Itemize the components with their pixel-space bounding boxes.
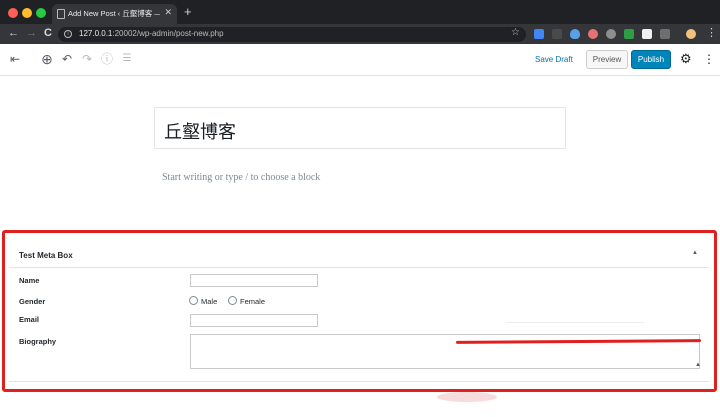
highlight-frame xyxy=(2,230,717,392)
url-host: 127.0.0.1 xyxy=(79,29,113,38)
bookmark-star-icon[interactable]: ☆ xyxy=(511,27,520,38)
add-block-icon[interactable]: ⊕ xyxy=(40,52,54,66)
annotation-smudge xyxy=(437,392,497,402)
settings-gear-icon[interactable]: ⚙ xyxy=(680,52,692,66)
editor-toolbar: ⇤ ⊕ ↶ ↷ ⓘ ☰ Save Draft Preview Publish ⚙… xyxy=(0,44,720,76)
forward-button[interactable]: → xyxy=(26,27,37,40)
extension-icon[interactable] xyxy=(642,29,652,39)
outline-icon[interactable]: ☰ xyxy=(120,52,134,66)
extension-icon[interactable] xyxy=(534,29,544,39)
more-options-icon[interactable]: ⋮ xyxy=(703,52,715,66)
redo-icon[interactable]: ↷ xyxy=(80,52,94,66)
browser-tab[interactable]: Add New Post ‹ 丘壑博客 — Wo ✕ xyxy=(52,4,177,24)
browser-nav-bar: ← → C i 127.0.0.1:20002/wp-admin/post-ne… xyxy=(0,24,720,44)
info-icon[interactable]: i xyxy=(64,30,72,38)
sidebar-toggle-icon[interactable]: ⇤ xyxy=(8,52,22,66)
url-path: :20002/wp-admin/post-new.php xyxy=(112,29,224,38)
document-icon xyxy=(57,9,65,19)
info-icon[interactable]: ⓘ xyxy=(100,52,114,66)
extension-icon[interactable] xyxy=(606,29,616,39)
block-placeholder[interactable]: Start writing or type / to choose a bloc… xyxy=(162,172,320,183)
evernote-extension-icon[interactable] xyxy=(624,29,634,39)
save-draft-button[interactable]: Save Draft xyxy=(535,55,573,64)
browser-menu-icon[interactable]: ⋮ xyxy=(706,27,717,39)
address-bar[interactable]: i 127.0.0.1:20002/wp-admin/post-new.php … xyxy=(58,27,526,42)
back-button[interactable]: ← xyxy=(8,27,19,40)
undo-icon[interactable]: ↶ xyxy=(60,52,74,66)
reload-button[interactable]: C xyxy=(44,27,52,40)
close-icon[interactable]: ✕ xyxy=(164,7,172,18)
post-title-field[interactable]: 丘壑博客 xyxy=(154,107,566,149)
new-tab-button[interactable]: + xyxy=(184,5,192,18)
extension-icon[interactable] xyxy=(660,29,670,39)
publish-button[interactable]: Publish xyxy=(631,50,671,69)
close-window-button[interactable] xyxy=(8,8,18,18)
url-text: 127.0.0.1:20002/wp-admin/post-new.php xyxy=(79,29,224,38)
shield-extension-icon[interactable] xyxy=(570,29,580,39)
minimize-window-button[interactable] xyxy=(22,8,32,18)
browser-tab-bar: Add New Post ‹ 丘壑博客 — Wo ✕ + xyxy=(0,0,720,24)
profile-avatar[interactable] xyxy=(686,29,696,39)
maximize-window-button[interactable] xyxy=(36,8,46,18)
tab-title: Add New Post ‹ 丘壑博客 — Wo xyxy=(68,9,160,18)
preview-button[interactable]: Preview xyxy=(586,50,628,69)
extension-icon[interactable] xyxy=(552,29,562,39)
post-title: 丘壑博客 xyxy=(164,122,236,143)
extension-icon[interactable] xyxy=(588,29,598,39)
